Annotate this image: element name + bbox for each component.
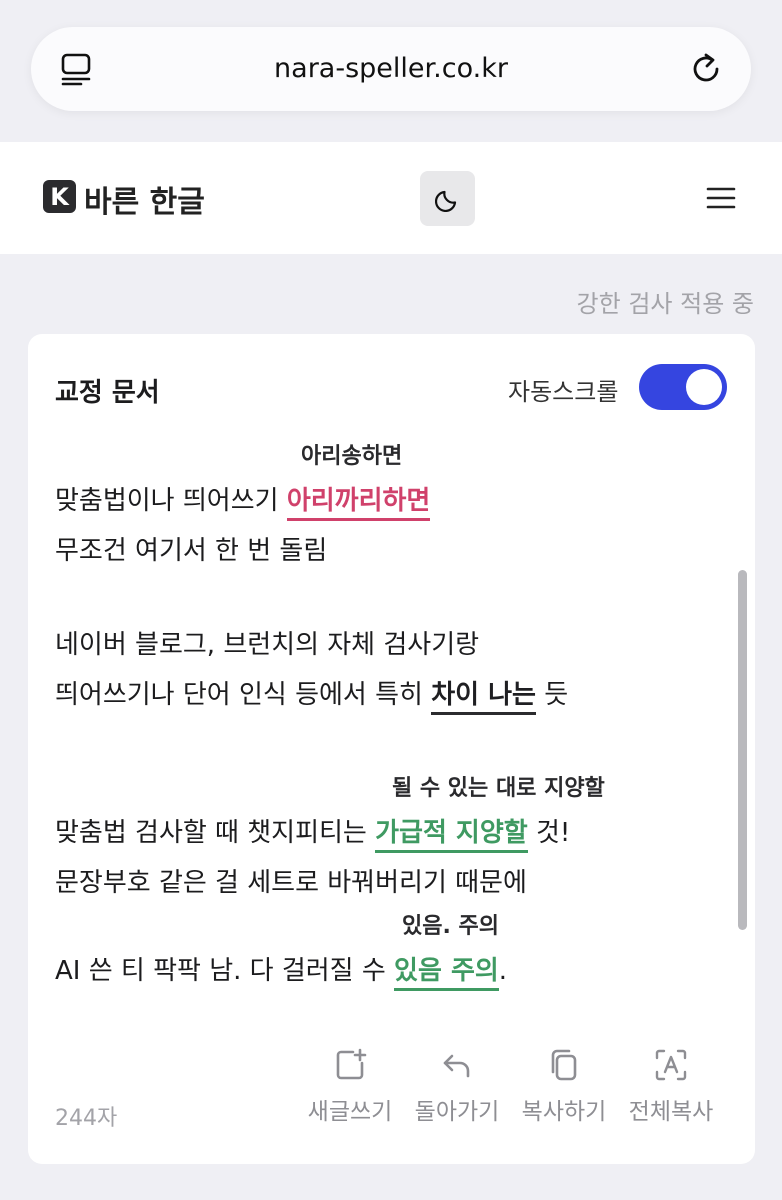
text-segment: 맞춤법 검사할 때 챗지피티는 (55, 818, 376, 848)
suggestion-label: 될 수 있는 대로 지양할 (392, 776, 605, 801)
document-line: 띄어쓰기나 단어 인식 등에서 특히 차이 나는 듯 (55, 674, 568, 715)
spelling-error[interactable]: 아리까리하면 (286, 480, 431, 521)
document-line: 맞춤법 검사할 때 챗지피티는 가급적 지양할 것! (55, 812, 570, 853)
new-doc-icon (336, 1048, 367, 1080)
usage-error[interactable]: 가급적 지양할 (375, 812, 528, 853)
hamburger-menu-icon[interactable] (706, 185, 736, 211)
action-label: 복사하기 (521, 1099, 607, 1125)
text-segment: 띄어쓰기나 단어 인식 등에서 특히 (55, 680, 432, 710)
document-line: 무조건 여기서 한 번 돌림 (55, 536, 328, 566)
document-line: 네이버 블로그, 브런치의 자체 검사기랑 (55, 630, 480, 660)
undo-icon (443, 1054, 470, 1078)
suggestion-label: 있음. 주의 (402, 914, 499, 939)
browser-bar: nara-speller.co.kr (0, 0, 782, 142)
action-label: 새글쓰기 (307, 1099, 393, 1125)
character-count: 244자 (55, 1106, 118, 1131)
undo-button[interactable]: 돌아가기 (407, 1048, 507, 1126)
new-document-button[interactable]: 새글쓰기 (300, 1048, 400, 1126)
text-segment: . (498, 956, 508, 986)
document-line: 맞춤법이나 띄어쓰기 아리까리하면 (55, 480, 431, 521)
copy-button[interactable]: 복사하기 (514, 1048, 614, 1126)
reload-icon[interactable] (687, 49, 725, 89)
toggle-knob (686, 369, 722, 405)
url-text[interactable]: nara-speller.co.kr (31, 53, 751, 84)
corrected-document-card: 교정 문서 자동스크롤 아리송하면 맞춤법이나 띄어쓰기 아리까리하면 무조건 … (28, 334, 755, 1164)
logo-icon[interactable]: K (43, 180, 76, 213)
text-segment: 듯 (535, 680, 569, 710)
copy-icon (551, 1049, 577, 1081)
document-line: AI 쓴 티 팍팍 남. 다 걸러질 수 있음 주의. (55, 950, 507, 991)
card-title: 교정 문서 (55, 378, 160, 408)
moon-icon (434, 190, 456, 212)
document-line: 문장부호 같은 걸 세트로 바꿔버리기 때문에 (55, 868, 527, 898)
scrollbar[interactable] (738, 570, 747, 930)
action-label: 전체복사 (628, 1099, 714, 1125)
address-field[interactable]: nara-speller.co.kr (31, 27, 751, 111)
punctuation-error[interactable]: 있음 주의 (394, 950, 499, 991)
autoscroll-label: 자동스크롤 (508, 378, 619, 406)
app-header: K 바른 한글 (0, 142, 782, 254)
copy-all-button[interactable]: 전체복사 (621, 1048, 721, 1126)
text-segment: 것! (527, 818, 571, 848)
copy-all-icon (655, 1049, 687, 1081)
autoscroll-toggle[interactable] (639, 364, 727, 410)
dark-mode-button[interactable] (420, 171, 475, 226)
text-segment: AI 쓴 티 팍팍 남. 다 걸러질 수 (55, 956, 395, 986)
text-segment: 맞춤법이나 띄어쓰기 (55, 486, 287, 516)
action-label: 돌아가기 (414, 1099, 500, 1125)
brand-name[interactable]: 바른 한글 (84, 177, 205, 221)
suggestion-label: 아리송하면 (301, 444, 403, 469)
spacing-error[interactable]: 차이 나는 (431, 674, 536, 715)
strict-mode-status: 강한 검사 적용 중 (576, 290, 754, 318)
